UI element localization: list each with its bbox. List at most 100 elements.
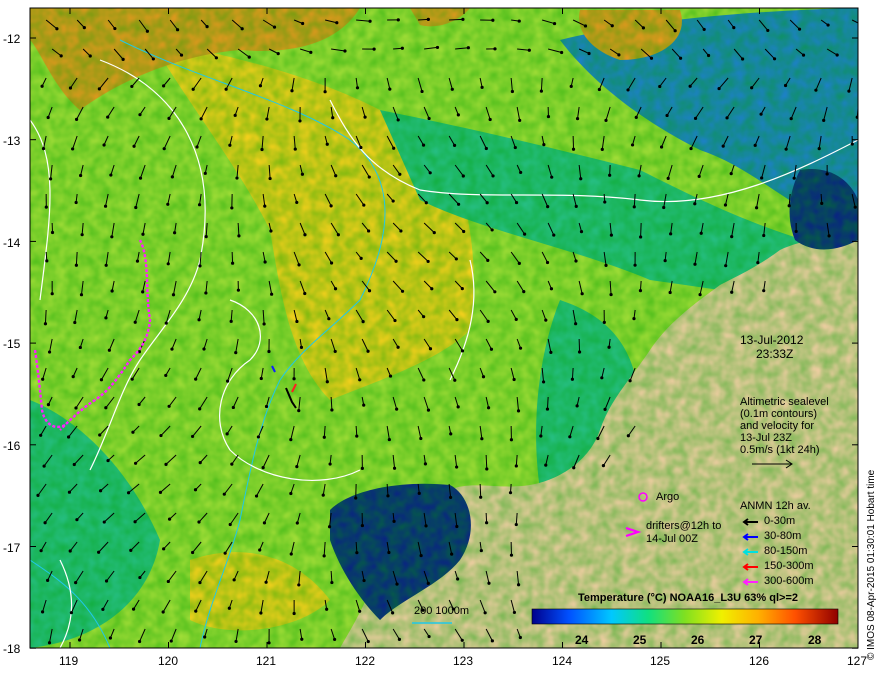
velocity-arrowhead [610,24,614,28]
velocity-arrowhead [158,490,163,494]
velocity-arrowhead [263,260,267,264]
velocity-arrow [479,483,482,498]
velocity-arrowhead [258,84,263,88]
velocity-arrowhead [110,235,114,239]
velocity-arrowhead [490,228,494,232]
velocity-arrowhead [173,231,177,235]
velocity-arrowhead [604,263,608,267]
velocity-arrowhead [68,549,72,553]
velocity-arrowhead [74,200,78,205]
velocity-arrowhead [659,145,664,149]
velocity-arrowhead [427,634,431,639]
velocity-arrowhead [633,263,637,267]
velocity-arrowhead [449,432,453,436]
velocity-arrowhead [359,256,363,260]
velocity-arrowhead [560,50,564,55]
velocity-arrowhead [355,434,359,438]
velocity-arrowhead [756,260,760,265]
velocity-arrowhead [693,262,697,266]
velocity-arrowhead [267,349,271,354]
velocity-arrowhead [269,229,273,233]
velocity-arrowhead [130,84,134,89]
velocity-arrowhead [545,407,550,411]
velocity-arrowhead [80,233,84,237]
velocity-arrowhead [162,547,166,551]
velocity-arrowhead [159,433,163,438]
velocity-arrow [449,18,463,21]
velocity-arrowhead [322,435,326,439]
velocity-arrowhead [724,264,728,268]
velocity-arrowhead [329,204,333,208]
velocity-arrowhead [88,54,92,58]
velocity-arrowhead [542,143,546,147]
velocity-arrowhead [106,458,110,463]
velocity-arrowhead [486,319,490,323]
velocity-arrowhead [571,147,576,151]
velocity-arrowhead [387,437,391,442]
velocity-arrowhead [772,57,777,61]
velocity-arrowhead [513,145,517,150]
velocity-arrowhead [424,201,428,205]
velocity-arrowhead [50,292,54,296]
velocity-arrowhead [601,464,606,468]
velocity-arrowhead [717,86,721,91]
velocity-arrowhead [552,21,557,26]
velocity-arrowhead [455,318,459,322]
velocity-arrowhead [44,205,48,209]
velocity-arrowhead [276,52,280,56]
velocity-arrowhead [343,49,347,53]
velocity-arrowhead [568,435,572,439]
velocity-arrowhead [203,171,207,175]
velocity-arrowhead [230,462,234,466]
velocity-arrowhead [575,116,580,121]
velocity-arrowhead [203,635,207,639]
velocity-arrowhead [362,203,366,207]
velocity-arrowhead [541,380,546,384]
x-tick-label: 119 [59,654,79,668]
velocity-arrowhead [362,578,366,583]
velocity-arrowhead [607,345,611,349]
velocity-arrowhead [466,46,470,50]
velocity-arrowhead [609,292,613,297]
colorbar-tick: 27 [749,633,763,647]
velocity-arrowhead [49,177,53,181]
velocity-arrowhead [638,289,643,293]
velocity-arrowhead [825,172,829,176]
velocity-arrowhead [544,463,548,467]
velocity-arrowhead [260,147,264,152]
velocity-arrowhead [335,21,339,25]
velocity-arrowhead [363,115,367,119]
velocity-arrowhead [491,18,495,22]
velocity-arrowhead [166,202,170,206]
velocity-arrowhead [298,119,302,123]
velocity-arrowhead [630,143,635,147]
velocity-arrowhead [604,118,608,122]
velocity-arrowhead [519,170,523,175]
velocity-arrowhead [171,293,176,297]
velocity-arrowhead [360,466,364,470]
velocity-arrowhead [574,259,578,263]
velocity-arrowhead [75,518,79,522]
velocity-arrowhead [753,143,757,147]
velocity-arrowhead [295,521,299,525]
velocity-arrowhead [422,378,426,382]
velocity-arrowhead [387,550,391,555]
velocity-arrowhead [577,350,582,354]
velocity-arrowhead [424,524,428,528]
velocity-arrowhead [723,203,728,207]
velocity-arrowhead [448,495,453,500]
velocity-arrowhead [394,259,398,263]
velocity-arrowhead [230,206,234,210]
anmn-item: 300-600m [764,575,814,587]
velocity-arrowhead [262,322,266,326]
velocity-arrowhead [428,347,433,351]
velocity-arrowhead [360,523,364,528]
velocity-arrowhead [39,549,43,553]
velocity-arrowhead [175,28,180,32]
velocity-arrowhead [516,409,521,413]
credit-text: © IMOS 08-Apr-2015 01:30:01 Hobart time [866,469,877,660]
velocity-arrowhead [166,579,170,584]
velocity-arrowhead [784,147,788,151]
velocity-arrowhead [199,117,203,121]
velocity-arrowhead [754,206,759,210]
